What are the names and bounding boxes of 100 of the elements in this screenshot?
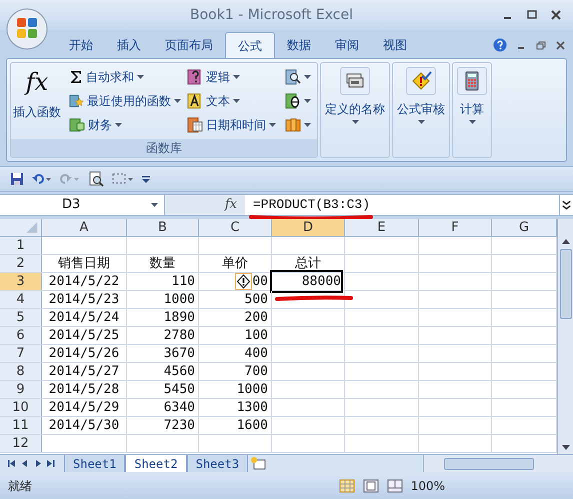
function-menu-button[interactable]: 文本 xyxy=(187,91,279,111)
magnifier-book-icon xyxy=(285,69,301,85)
row-header[interactable]: 11 xyxy=(0,417,42,434)
table-cell-text: 1000 xyxy=(236,380,268,399)
sheet-tab[interactable]: Sheet2 xyxy=(125,455,187,472)
ribbon-tab[interactable]: 审阅 xyxy=(323,32,371,58)
star-book-icon xyxy=(69,93,84,109)
dropdown-caret-icon xyxy=(137,75,144,79)
insert-function-button[interactable]: fx 插入函数 xyxy=(11,67,63,139)
table-cell-text: 单价 xyxy=(222,254,248,273)
close-icon[interactable] xyxy=(556,40,565,50)
group-label: 函数库 xyxy=(11,139,317,157)
column-header[interactable]: E xyxy=(345,219,419,236)
ribbon-tab[interactable]: 视图 xyxy=(371,32,419,58)
function-menu-button[interactable]: 日期和时间 xyxy=(187,115,279,135)
row-header[interactable]: 1 xyxy=(0,237,42,254)
formula-field[interactable]: =PRODUCT(B3:C3) xyxy=(245,195,559,215)
expand-icon[interactable] xyxy=(559,195,573,215)
row-header[interactable]: 7 xyxy=(0,345,42,362)
dropdown-caret-icon xyxy=(115,123,122,127)
insert-function-icon[interactable]: fx xyxy=(222,196,239,214)
dropdown-caret-icon xyxy=(233,75,240,79)
table-cell-text: 00 xyxy=(252,272,268,291)
ribbon-large-button[interactable]: 公式审核 xyxy=(395,67,447,124)
ribbon-tab[interactable]: 页面布局 xyxy=(153,32,225,58)
scroll-down-icon[interactable] xyxy=(560,442,570,452)
table-cell-text: 2014/5/29 xyxy=(48,398,120,417)
function-menu-button[interactable]: 最近使用的函数 xyxy=(69,91,181,111)
restore-icon[interactable] xyxy=(536,40,546,50)
table-cell-text: 110 xyxy=(172,272,195,291)
calendar-book-icon xyxy=(187,117,203,133)
vertical-scrollbar[interactable] xyxy=(557,219,573,454)
ribbon-tab[interactable]: 公式 xyxy=(225,32,275,58)
finance-book-icon xyxy=(69,117,85,133)
selection-icon[interactable] xyxy=(112,172,134,186)
function-menu-button[interactable]: 逻辑 xyxy=(187,67,279,87)
function-menu-button[interactable]: 财务 xyxy=(69,115,181,135)
column-header[interactable]: A xyxy=(42,219,127,236)
table-cell-text: 1600 xyxy=(236,416,268,435)
row-header[interactable]: 3 xyxy=(0,273,42,290)
table-cell-text: 2014/5/30 xyxy=(48,416,120,435)
zoom-level[interactable]: 100% xyxy=(410,476,565,494)
ribbon-large-button[interactable]: 计算 xyxy=(455,67,489,124)
dropdown-caret-icon xyxy=(304,75,311,79)
horizontal-scrollbar[interactable] xyxy=(423,455,573,472)
table-cell-text: 2014/5/24 xyxy=(48,308,120,327)
row-header[interactable]: 6 xyxy=(0,327,42,344)
row-header[interactable]: 10 xyxy=(0,399,42,416)
print-preview-icon[interactable] xyxy=(88,171,104,187)
ribbon-tab[interactable]: 插入 xyxy=(105,32,153,58)
table-cell-text: 100 xyxy=(244,326,268,345)
ribbon-tab[interactable]: 数据 xyxy=(275,32,323,58)
column-header[interactable]: F xyxy=(419,219,492,236)
normal-view-icon[interactable] xyxy=(338,478,355,492)
warning-icon[interactable] xyxy=(235,273,252,290)
table-cell-text: 2780 xyxy=(164,326,195,345)
table-cell-text: 1890 xyxy=(164,308,195,327)
ribbon-tab[interactable]: 开始 xyxy=(57,32,105,58)
table-cell-text: 2014/5/27 xyxy=(48,362,120,381)
close-icon[interactable] xyxy=(551,10,561,20)
table-cell-text: 3670 xyxy=(164,344,195,363)
help-icon[interactable] xyxy=(493,38,507,52)
status-text: 就绪 xyxy=(8,478,32,494)
table-cell-text: 2014/5/22 xyxy=(48,272,120,291)
scroll-up-icon[interactable] xyxy=(560,237,570,247)
scroll-thumb[interactable] xyxy=(560,249,572,319)
table-cell-text: 销售日期 xyxy=(58,254,110,273)
undo-icon[interactable] xyxy=(32,173,52,185)
sheet-tab[interactable]: Sheet1 xyxy=(64,455,126,472)
function-menu-button[interactable]: 自动求和 xyxy=(69,67,181,87)
office-button[interactable] xyxy=(6,8,48,50)
table-cell-text: 700 xyxy=(244,362,268,381)
table-cell-text: 4560 xyxy=(164,362,195,381)
question-book-icon xyxy=(187,69,203,85)
column-header[interactable]: B xyxy=(127,219,199,236)
table-cell-text: 5450 xyxy=(164,380,195,399)
dropdown-caret-icon xyxy=(468,120,476,124)
theta-book-icon xyxy=(285,93,301,109)
table-cell-text: 2014/5/23 xyxy=(48,290,120,309)
maximize-icon[interactable] xyxy=(527,10,537,20)
customize-icon[interactable] xyxy=(142,175,150,183)
dropdown-caret-icon xyxy=(304,99,311,103)
sheet-tab[interactable]: Sheet3 xyxy=(186,455,248,472)
ribbon-large-button[interactable]: 定义的名称 xyxy=(323,67,387,124)
row-header[interactable]: 9 xyxy=(0,381,42,398)
save-icon[interactable] xyxy=(10,172,24,186)
row-header[interactable]: 8 xyxy=(0,363,42,380)
row-header[interactable]: 4 xyxy=(0,291,42,308)
row-header[interactable]: 5 xyxy=(0,309,42,326)
page-break-icon[interactable] xyxy=(386,478,403,492)
row-header[interactable]: 2 xyxy=(0,255,42,272)
scroll-thumb[interactable] xyxy=(444,458,534,470)
dropdown-caret-icon xyxy=(233,99,240,103)
function-icon-button[interactable] xyxy=(285,67,311,87)
row-header[interactable]: 12 xyxy=(0,435,42,452)
table-cell-text: 400 xyxy=(244,344,268,363)
table-cell: 88000 xyxy=(272,272,341,292)
page-layout-icon[interactable] xyxy=(362,478,379,492)
function-icon-button[interactable] xyxy=(285,91,311,111)
column-header[interactable]: D xyxy=(272,219,345,236)
